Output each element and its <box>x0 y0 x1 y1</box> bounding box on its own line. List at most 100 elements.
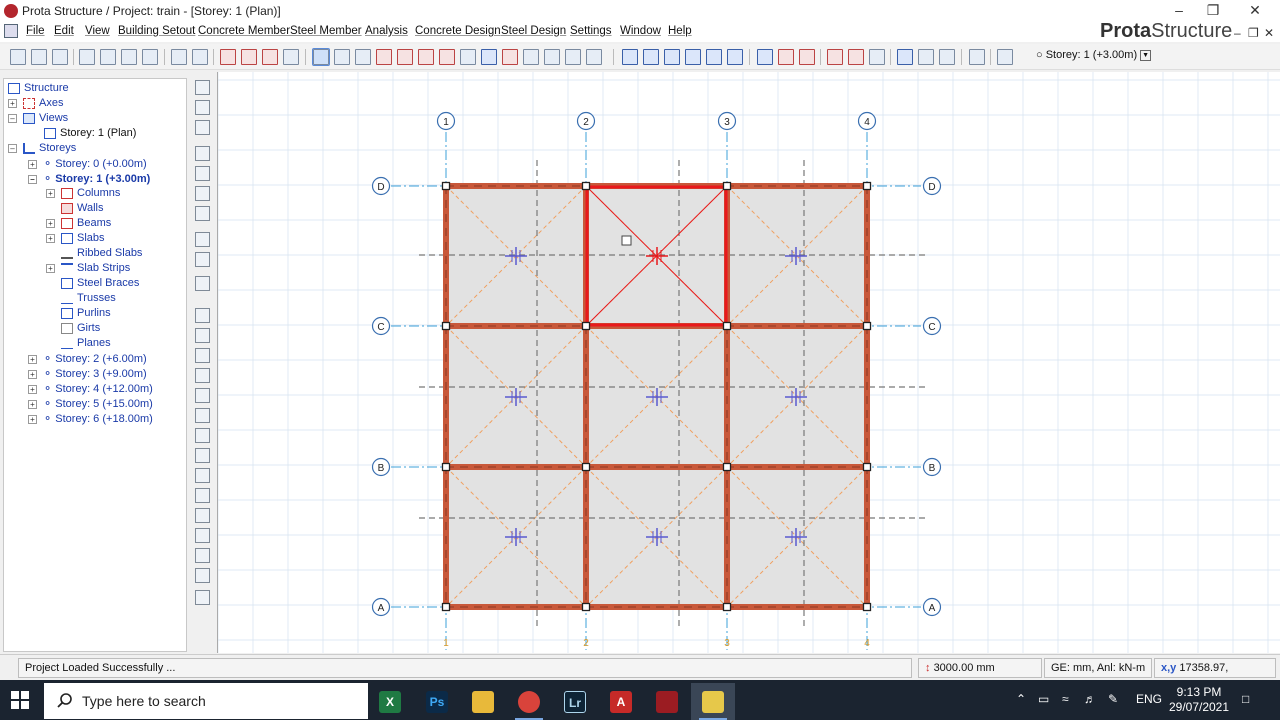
mdi-minimize-icon[interactable]: – <box>1234 26 1241 40</box>
expand-icon[interactable]: + <box>8 98 17 108</box>
tree-storeys[interactable]: – Storeys <box>8 142 76 157</box>
expand-icon[interactable]: + <box>46 218 55 228</box>
zoom-out-icon[interactable] <box>195 206 210 221</box>
grid-frame-icon[interactable] <box>778 49 794 65</box>
tree-storey-5[interactable]: + ⚬ Storey: 5 (+15.00m) <box>28 397 153 412</box>
undo-icon[interactable] <box>171 49 187 65</box>
filter-9-icon[interactable] <box>195 468 210 483</box>
pan-icon[interactable] <box>195 232 210 247</box>
prota-app[interactable] <box>645 683 689 720</box>
globe-icon[interactable] <box>195 100 210 115</box>
steel-brace-icon[interactable] <box>664 49 680 65</box>
filter-8-icon[interactable] <box>195 448 210 463</box>
chrome-app[interactable] <box>507 683 551 720</box>
foundation-icon[interactable] <box>544 49 560 65</box>
menu-concrete-design[interactable]: Concrete Design <box>415 25 501 37</box>
tree-view-item[interactable]: Storey: 1 (Plan) <box>44 127 136 142</box>
tree-walls[interactable]: Walls <box>61 202 103 217</box>
girt-icon[interactable] <box>727 49 743 65</box>
zoom-icon[interactable] <box>195 146 210 161</box>
filter-2-icon[interactable] <box>195 328 210 343</box>
expand-icon[interactable]: + <box>28 354 37 364</box>
tree-slabs[interactable]: + Slabs <box>46 232 105 247</box>
save-icon[interactable] <box>52 49 68 65</box>
menu-help[interactable]: Help <box>668 25 692 37</box>
tree-columns[interactable]: + Columns <box>46 187 120 202</box>
elevation-icon[interactable] <box>799 49 815 65</box>
filter-14-icon[interactable] <box>195 568 210 583</box>
tree-planes[interactable]: Planes <box>61 337 111 352</box>
wall-tool-icon[interactable] <box>397 49 413 65</box>
storey-list-icon[interactable] <box>997 49 1013 65</box>
redo-icon[interactable] <box>192 49 208 65</box>
check-icon[interactable] <box>827 49 843 65</box>
menu-steel-design[interactable]: Steel Design <box>501 25 566 37</box>
select-pointer-icon[interactable] <box>312 48 330 66</box>
tree-ribbed-slabs[interactable]: Ribbed Slabs <box>61 247 142 262</box>
steel-column-icon[interactable] <box>622 49 638 65</box>
stair-icon[interactable] <box>502 49 518 65</box>
column-tool-icon[interactable] <box>376 49 392 65</box>
menu-edit[interactable]: Edit <box>54 25 74 37</box>
menu-file[interactable]: File <box>26 25 45 37</box>
storey-selector[interactable]: ○ Storey: 1 (+3.00m) ▼ <box>1036 49 1152 65</box>
filter-12-icon[interactable] <box>195 528 210 543</box>
move-icon[interactable] <box>220 49 236 65</box>
clock[interactable]: 9:13 PM 29/07/2021 <box>1164 685 1234 715</box>
filter-7-icon[interactable] <box>195 428 210 443</box>
tree-storey-2[interactable]: + ⚬ Storey: 2 (+6.00m) <box>28 352 147 367</box>
expand-icon[interactable]: + <box>28 369 37 379</box>
delete-member-icon[interactable] <box>241 49 257 65</box>
notification-icon[interactable]: □ <box>1242 692 1249 706</box>
filter-13-icon[interactable] <box>195 548 210 563</box>
menu-building-setout[interactable]: Building Setout <box>118 25 195 37</box>
plan-drawing[interactable]: 1 1 2 2 3 3 4 4 D D C C B B A A <box>217 72 1280 653</box>
section-view-icon[interactable] <box>757 49 773 65</box>
beam-tool-icon[interactable] <box>418 49 434 65</box>
download-icon[interactable] <box>869 49 885 65</box>
filter-10-icon[interactable] <box>195 488 210 503</box>
schedule-icon[interactable] <box>939 49 955 65</box>
zoom-extents-icon[interactable] <box>195 166 210 181</box>
chevron-down-icon[interactable]: ▼ <box>1140 49 1152 61</box>
layers-icon[interactable] <box>195 252 210 267</box>
pen-icon[interactable]: ✎ <box>1108 692 1118 706</box>
collapse-icon[interactable]: – <box>8 143 17 153</box>
tree-slab-strips[interactable]: + Slab Strips <box>46 262 130 277</box>
truss-icon[interactable] <box>685 49 701 65</box>
axes-grid-icon[interactable] <box>355 49 371 65</box>
export-icon[interactable] <box>142 49 158 65</box>
menu-window[interactable]: Window <box>620 25 661 37</box>
zoom-in-icon[interactable] <box>195 186 210 201</box>
properties-icon[interactable] <box>969 49 985 65</box>
close-icon[interactable]: ✕ <box>1240 2 1270 20</box>
tree-purlins[interactable]: Purlins <box>61 307 111 322</box>
expand-icon[interactable]: + <box>28 399 37 409</box>
open-folder-icon[interactable] <box>31 49 47 65</box>
menu-concrete-member[interactable]: Concrete Member <box>198 25 290 37</box>
expand-icon[interactable]: + <box>46 188 55 198</box>
lightroom-app[interactable]: Lr <box>553 683 597 720</box>
purlin-icon[interactable] <box>706 49 722 65</box>
dimension-icon[interactable] <box>195 276 210 291</box>
mdi-close-icon[interactable]: ✕ <box>1264 26 1274 40</box>
expand-icon[interactable]: + <box>46 263 55 273</box>
pattern-icon[interactable] <box>897 49 913 65</box>
menu-analysis[interactable]: Analysis <box>365 25 408 37</box>
tree-trusses[interactable]: Trusses <box>61 292 116 307</box>
expand-icon[interactable]: + <box>28 384 37 394</box>
tree-girts[interactable]: Girts <box>61 322 100 337</box>
draw-line-icon[interactable] <box>334 49 350 65</box>
tree-axes[interactable]: + Axes <box>8 97 63 112</box>
file-explorer-app[interactable] <box>461 683 505 720</box>
slab-tool-icon[interactable] <box>439 49 455 65</box>
filter-4-icon[interactable] <box>195 368 210 383</box>
taskbar-search[interactable]: Type here to search <box>44 683 368 719</box>
minimize-icon[interactable]: – <box>1164 2 1194 20</box>
pile-icon[interactable] <box>565 49 581 65</box>
battery-icon[interactable]: ▭ <box>1038 692 1049 706</box>
expand-icon[interactable]: + <box>28 414 37 424</box>
chevron-up-icon[interactable]: ⌃ <box>1016 692 1026 706</box>
new-file-icon[interactable] <box>10 49 26 65</box>
volume-icon[interactable]: ♬ <box>1084 692 1096 706</box>
